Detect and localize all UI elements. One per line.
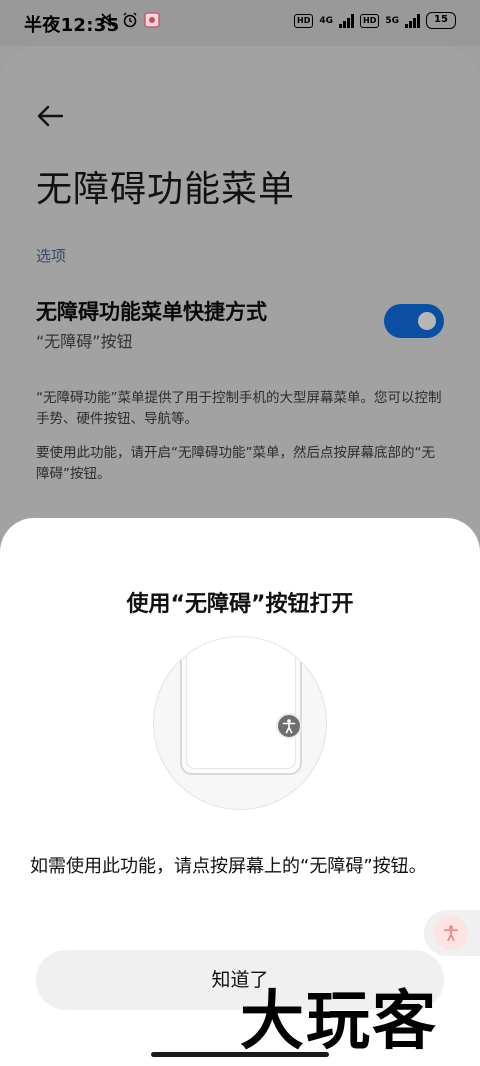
- status-right-icons: HD 4G HD 5G 15: [294, 12, 456, 29]
- back-arrow-icon[interactable]: [36, 104, 64, 128]
- floating-accessibility-button[interactable]: [424, 910, 480, 956]
- shortcut-title[interactable]: 无障碍功能菜单快捷方式: [36, 296, 267, 326]
- bottom-sheet: 使用“无障碍”按钮打开 如需使用此功能，请点按屏幕上的“无障碍”按钮。 知道了 …: [0, 518, 480, 1066]
- status-left-icons: [100, 12, 160, 28]
- section-label: 选项: [36, 247, 67, 265]
- description-2: 要使用此功能，请开启“无障碍功能”菜单，然后点按屏幕底部的“无障碍”按钮。: [36, 445, 435, 482]
- watermark: 大玩客: [240, 984, 438, 1059]
- illustration-phone: [180, 637, 302, 775]
- floating-accessibility-icon: [434, 916, 468, 950]
- network-type-2: 5G: [385, 15, 399, 26]
- network-type-1: 4G: [319, 15, 333, 26]
- page-title: 无障碍功能菜单: [36, 169, 296, 210]
- hd-badge-2: HD: [360, 13, 380, 28]
- signal-icon-2: [405, 13, 420, 28]
- illustration: [153, 636, 327, 810]
- hd-badge-1: HD: [294, 13, 314, 28]
- battery-icon: 15: [426, 12, 456, 29]
- mute-icon: [101, 13, 115, 27]
- home-indicator[interactable]: [151, 1052, 329, 1057]
- alarm-icon: [123, 12, 137, 28]
- signal-icon: [339, 13, 354, 28]
- app-notification-icon: [144, 12, 160, 28]
- sheet-body: 如需使用此功能，请点按屏幕上的“无障碍”按钮。: [30, 856, 427, 877]
- accessibility-icon: [276, 713, 302, 739]
- sheet-title: 使用“无障碍”按钮打开: [126, 592, 354, 617]
- toggle-knob: [418, 312, 436, 330]
- description-1: “无障碍功能”菜单提供了用于控制手机的大型屏幕菜单。您可以控制手势、硬件按钮、导…: [36, 390, 442, 427]
- illustration-phone-screen: [186, 637, 296, 769]
- status-bar: 半夜12:35 HD 4G HD 5G 15: [0, 0, 480, 46]
- shortcut-toggle[interactable]: [384, 304, 444, 338]
- shortcut-subtitle: “无障碍”按钮: [36, 332, 133, 351]
